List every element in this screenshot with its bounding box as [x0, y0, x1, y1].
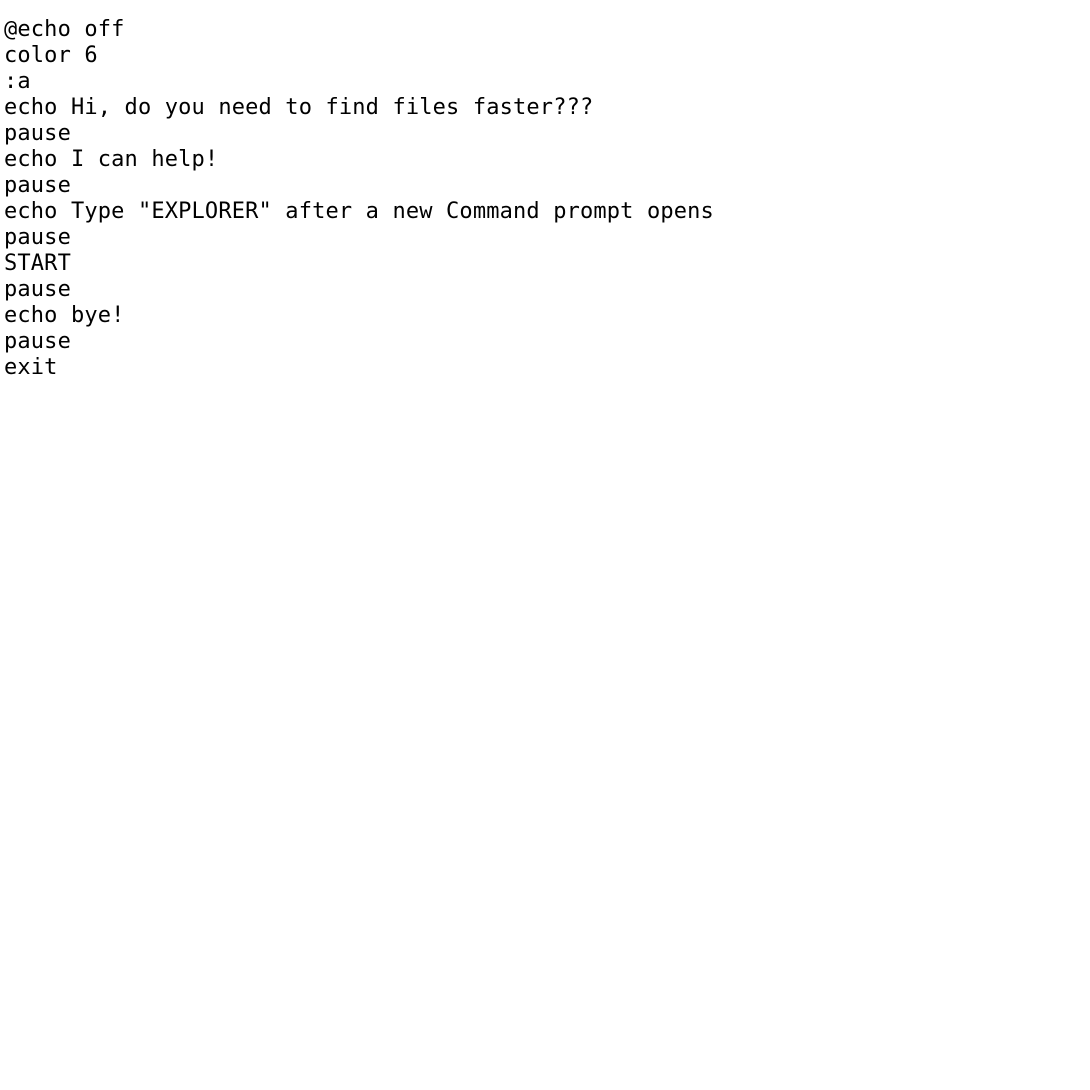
code-line: pause	[4, 225, 71, 250]
code-line: @echo off	[4, 17, 125, 42]
code-line: :a	[4, 69, 31, 94]
code-line: color 6	[4, 43, 98, 68]
code-line: pause	[4, 329, 71, 354]
code-line: pause	[4, 277, 71, 302]
code-line: echo Type "EXPLORER" after a new Command…	[4, 199, 714, 224]
code-line: pause	[4, 121, 71, 146]
code-line: exit	[4, 355, 58, 380]
script-source-listing: @echo off color 6:a echo Hi, do you need t…	[0, 13, 1090, 381]
code-line: echo bye!	[4, 303, 125, 328]
code-line: pause	[4, 173, 71, 198]
code-line: echo I can help!	[4, 147, 219, 172]
code-line: START	[4, 251, 71, 276]
code-line: echo Hi, do you need to find files faste…	[4, 95, 594, 120]
